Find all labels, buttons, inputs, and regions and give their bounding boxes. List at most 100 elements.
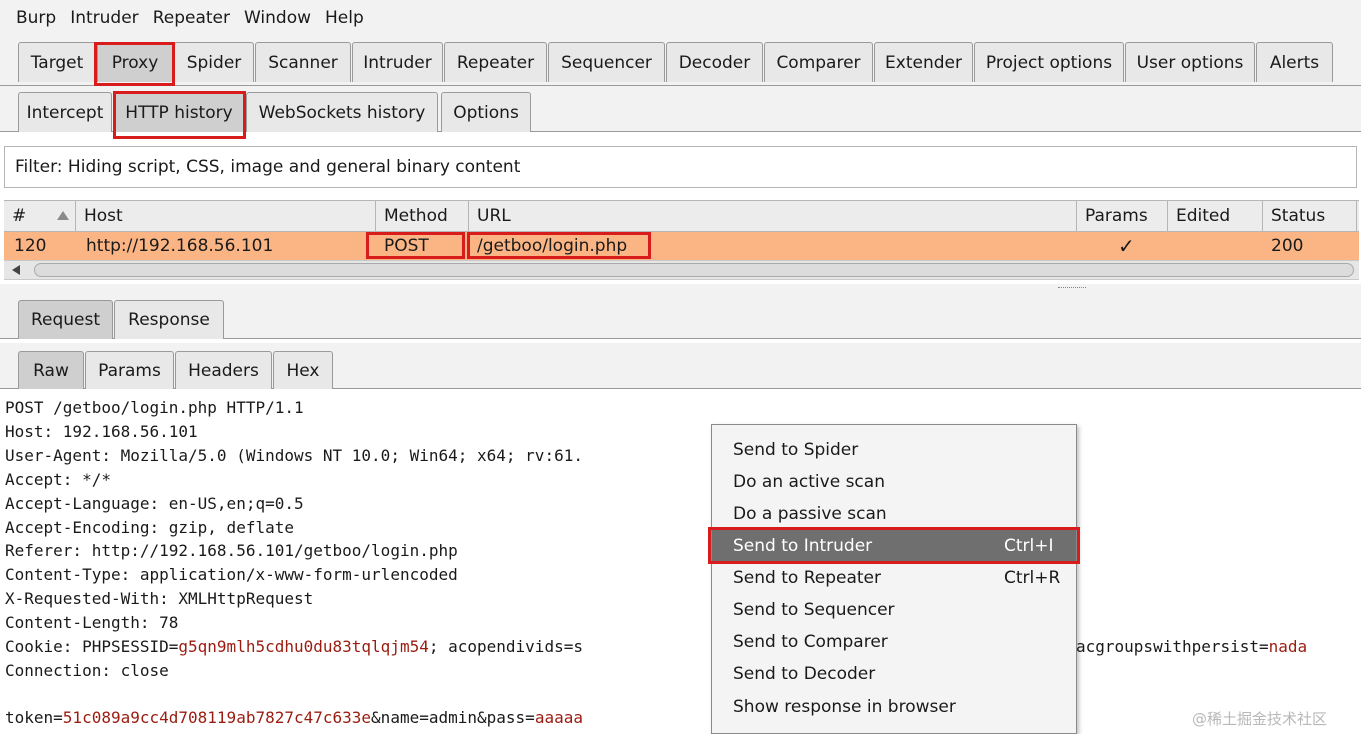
raw-line: Content-Type: application/x-www-form-url… — [5, 565, 458, 584]
tab-headers-label: Headers — [188, 360, 259, 381]
tab-spider-label: Spider — [186, 52, 242, 73]
pane-splitter[interactable] — [0, 284, 1361, 292]
tab-repeater[interactable]: Repeater — [444, 42, 547, 82]
tab-hex-label: Hex — [286, 360, 320, 381]
tab-extender-label: Extender — [885, 52, 962, 73]
tab-scanner[interactable]: Scanner — [255, 42, 351, 82]
tab-proxy[interactable]: Proxy — [97, 42, 173, 82]
menu-item-label: Show response in browser — [733, 697, 956, 717]
table-row[interactable]: 120 http://192.168.56.101 POST /getboo/l… — [4, 232, 1359, 260]
menu-item-active-scan[interactable]: Do an active scan — [712, 466, 1076, 498]
menu-item-passive-scan[interactable]: Do a passive scan — [712, 498, 1076, 530]
scrollbar-thumb[interactable] — [34, 263, 1354, 277]
tab-comparer[interactable]: Comparer — [764, 42, 873, 82]
cell-status: 200 — [1271, 236, 1304, 256]
tab-target[interactable]: Target — [18, 42, 96, 82]
body-token-label: token= — [5, 708, 63, 727]
col-host[interactable]: Host — [76, 201, 376, 231]
filter-bar[interactable]: Filter: Hiding script, CSS, image and ge… — [4, 146, 1357, 188]
menu-item-label: Send to Decoder — [733, 664, 876, 684]
col-url[interactable]: URL — [469, 201, 1077, 231]
cell-host: http://192.168.56.101 — [86, 236, 274, 256]
horizontal-scrollbar[interactable] — [4, 260, 1359, 280]
menu-item-send-to-sequencer[interactable]: Send to Sequencer — [712, 594, 1076, 626]
tab-target-label: Target — [30, 52, 84, 73]
scroll-left-icon[interactable] — [12, 265, 20, 275]
raw-request-editor[interactable]: POST /getboo/login.php HTTP/1.1 Host: 19… — [0, 396, 1361, 734]
cookie-value: g5qn9mlh5cdhu0du83tqlqjm54 — [178, 637, 429, 656]
tab-decoder-label: Decoder — [678, 52, 751, 73]
tab-extender[interactable]: Extender — [874, 42, 973, 82]
col-number-label: # — [12, 206, 27, 226]
raw-line: User-Agent: Mozilla/5.0 (Windows NT 10.0… — [5, 446, 583, 465]
tab-alerts[interactable]: Alerts — [1256, 42, 1333, 82]
raw-line: Referer: http://192.168.56.101/getboo/lo… — [5, 541, 458, 560]
menu-item-send-to-spider[interactable]: Send to Spider — [712, 434, 1076, 466]
watermark: @稀土掘金技术社区 — [1192, 710, 1328, 728]
tab-project-options[interactable]: Project options — [974, 42, 1124, 82]
col-method[interactable]: Method — [376, 201, 469, 231]
tab-raw-label: Raw — [33, 360, 69, 381]
tab-websockets-history[interactable]: WebSockets history — [246, 92, 438, 132]
menu-item-label: Send to Repeater — [733, 568, 881, 588]
raw-line-cookie: Cookie: PHPSESSID=g5qn9mlh5cdhu0du83tqlq… — [5, 637, 583, 656]
tab-options[interactable]: Options — [441, 92, 531, 132]
menu-window[interactable]: Window — [244, 8, 311, 28]
tab-sequencer[interactable]: Sequencer — [548, 42, 665, 82]
menu-item-send-to-decoder[interactable]: Send to Decoder — [712, 658, 1076, 690]
raw-line: Host: 192.168.56.101 — [5, 422, 198, 441]
col-edited[interactable]: Edited — [1168, 201, 1263, 231]
tab-params[interactable]: Params — [85, 351, 174, 389]
menu-intruder[interactable]: Intruder — [70, 8, 138, 28]
filter-text: Filter: Hiding script, CSS, image and ge… — [15, 157, 521, 177]
body-token-value: 51c089a9cc4d708119ab7827c47c633e — [62, 708, 372, 727]
raw-line: Accept-Language: en-US,en;q=0.5 — [5, 494, 304, 513]
tab-repeater-label: Repeater — [456, 52, 535, 73]
col-status-label: Status — [1271, 206, 1326, 226]
raw-line: Accept-Encoding: gzip, deflate — [5, 518, 294, 537]
menu-item-shortcut: Ctrl+R — [1004, 568, 1061, 588]
cell-params: ✓ — [1118, 234, 1135, 258]
menu-item-send-to-comparer[interactable]: Send to Comparer — [712, 626, 1076, 658]
tab-http-history-label: HTTP history — [125, 102, 233, 123]
tab-spider[interactable]: Spider — [174, 42, 254, 82]
menu-item-label: Send to Spider — [733, 440, 859, 460]
menu-item-show-response-in-browser[interactable]: Show response in browser — [712, 691, 1076, 723]
tab-params-label: Params — [98, 360, 161, 381]
tab-headers[interactable]: Headers — [175, 351, 272, 389]
tab-http-history[interactable]: HTTP history — [114, 92, 244, 132]
menu-bar: Burp Intruder Repeater Window Help — [0, 0, 1361, 36]
tab-request[interactable]: Request — [18, 300, 113, 339]
tab-hex[interactable]: Hex — [273, 351, 333, 389]
col-status[interactable]: Status — [1263, 201, 1357, 231]
tab-user-options-label: User options — [1136, 52, 1244, 73]
raw-line: Connection: close — [5, 661, 169, 680]
tab-response[interactable]: Response — [114, 300, 224, 339]
tab-intercept[interactable]: Intercept — [18, 92, 112, 132]
col-url-label: URL — [477, 206, 511, 226]
menu-burp[interactable]: Burp — [16, 8, 56, 28]
tab-raw[interactable]: Raw — [18, 351, 84, 389]
col-edited-label: Edited — [1176, 206, 1231, 226]
tab-user-options[interactable]: User options — [1125, 42, 1255, 82]
cookie-tail-label: acgroupswithpersist= — [1076, 637, 1269, 656]
raw-line-body: token=51c089a9cc4d708119ab7827c47c633e&n… — [5, 708, 583, 727]
menu-item-send-to-repeater[interactable]: Send to Repeater Ctrl+R — [712, 562, 1076, 594]
menu-item-label: Do an active scan — [733, 472, 885, 492]
splitter-grip-icon — [1058, 287, 1086, 289]
tab-intruder[interactable]: Intruder — [352, 42, 443, 82]
col-number[interactable]: # — [4, 201, 76, 231]
menu-item-label: Send to Comparer — [733, 632, 888, 652]
menu-item-send-to-intruder[interactable]: Send to Intruder Ctrl+I — [712, 530, 1076, 562]
raw-line: X-Requested-With: XMLHttpRequest — [5, 589, 314, 608]
tab-scanner-label: Scanner — [268, 52, 338, 73]
menu-help[interactable]: Help — [325, 8, 364, 28]
menu-repeater[interactable]: Repeater — [153, 8, 230, 28]
tab-decoder[interactable]: Decoder — [666, 42, 763, 82]
cell-url: /getboo/login.php — [477, 236, 628, 256]
col-params-label: Params — [1085, 206, 1148, 226]
cookie-label: Cookie: PHPSESSID= — [5, 637, 179, 656]
tab-project-options-label: Project options — [985, 52, 1113, 73]
col-params[interactable]: Params — [1077, 201, 1168, 231]
proxy-tab-bar: Intercept HTTP history WebSockets histor… — [0, 86, 1361, 132]
